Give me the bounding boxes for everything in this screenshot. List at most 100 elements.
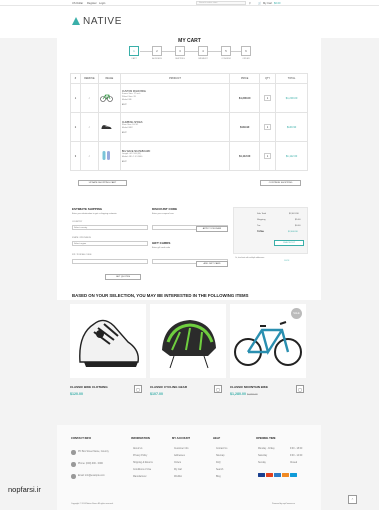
line-total: $1,112.00: [275, 141, 308, 171]
footer-link[interactable]: FAQ: [216, 462, 221, 464]
footer-link[interactable]: Privacy Policy: [133, 455, 147, 457]
search-icon[interactable]: ⚲: [249, 2, 251, 5]
add-gift-card-button[interactable]: ADD GIFT CARD: [196, 261, 228, 267]
phone-icon: [71, 462, 76, 467]
footer-link[interactable]: Orders: [174, 462, 181, 464]
contact-line[interactable]: Email: info@example.com: [78, 475, 105, 477]
line-total: $1,200.00: [275, 83, 308, 113]
region-select[interactable]: Select region: [72, 241, 148, 246]
table-header-row: # REMOVE IMAGE PRODUCT PRICE QTY TOTAL: [70, 73, 308, 84]
step-payment[interactable]: 4: [198, 46, 208, 56]
footer-link[interactable]: Sitemap: [216, 455, 224, 457]
row-num: 1: [70, 83, 81, 113]
footer-link[interactable]: Wishlist: [174, 476, 182, 478]
footer-link[interactable]: About Us: [133, 448, 142, 450]
edit-link[interactable]: EDIT: [122, 104, 228, 106]
footer-link[interactable]: Blog: [216, 476, 221, 478]
footer-link[interactable]: My Cart: [174, 469, 182, 471]
footer-link[interactable]: Customer Info: [174, 448, 188, 450]
product-price: $1,280.00 $1,500.00: [230, 392, 258, 396]
cart-icon[interactable]: 🛒: [258, 2, 261, 5]
country-select[interactable]: Select country: [72, 225, 148, 230]
step-label: PAYMENT: [198, 58, 208, 60]
footer-link[interactable]: Contact Us: [216, 448, 227, 450]
get-quotes-button[interactable]: GET QUOTES: [105, 274, 141, 280]
step-shipping[interactable]: 3: [175, 46, 185, 56]
shoe-icon: [101, 124, 112, 129]
product-name[interactable]: CLASSIC CYCLING GEAR: [150, 385, 187, 389]
product-image[interactable]: [97, 141, 121, 171]
total-label: TOTAL: [257, 231, 265, 233]
remove-checkbox[interactable]: ○: [79, 112, 99, 142]
amex-icon: [274, 473, 281, 477]
search-input[interactable]: Search entire store: [196, 1, 246, 5]
product-card-image[interactable]: [70, 304, 146, 378]
mastercard-icon: [266, 473, 273, 477]
logo[interactable]: NATIVE: [83, 16, 122, 27]
qty-cell: 1: [259, 83, 277, 113]
tax-value: $0.00: [295, 225, 301, 227]
related-title: BASED ON YOUR SELECTION, YOU MAY BE INTE…: [72, 293, 249, 298]
discover-icon: [282, 473, 289, 477]
zip-input[interactable]: [72, 259, 148, 264]
checkout-button[interactable]: CHECKOUT: [274, 240, 304, 246]
qty-input[interactable]: 1: [264, 95, 272, 101]
qty-cell: 1: [259, 112, 277, 142]
product-attr: Model: BB: [121, 99, 132, 101]
product-name[interactable]: CLASSIC MOUNTAIN BIKE: [230, 385, 268, 389]
remove-checkbox[interactable]: ○: [79, 141, 99, 171]
login-link[interactable]: Login: [99, 2, 105, 5]
footer-link[interactable]: Shipping & Returns: [133, 462, 153, 464]
footer-help-title: HELP: [213, 437, 221, 440]
step-order[interactable]: 6: [241, 46, 251, 56]
continue-shopping-button[interactable]: CONTINUE SHOPPING: [260, 180, 301, 186]
add-to-cart-icon[interactable]: ▢: [214, 385, 222, 393]
qty-input[interactable]: 1: [264, 124, 272, 130]
line-total: $149.90: [275, 112, 308, 142]
update-cart-button[interactable]: UPDATE SHOPPING CART: [78, 180, 127, 186]
subtotal-label: Sub Total: [257, 213, 267, 215]
product-name[interactable]: CLASSIC BIKE CLOTHING: [70, 385, 108, 389]
product-card-image[interactable]: [150, 304, 226, 378]
step-confirm[interactable]: 5: [221, 46, 231, 56]
sale-badge: SALE: [291, 308, 302, 319]
location-icon: [71, 450, 76, 455]
cycling-shoe-image: [79, 319, 139, 367]
product-image[interactable]: [97, 83, 121, 113]
back-to-top-icon[interactable]: ⌃: [348, 495, 357, 504]
country-label: COUNTRY: [72, 221, 83, 223]
shipping-title: ESTIMATE SHIPPING: [72, 207, 103, 211]
edit-link[interactable]: EDIT: [122, 161, 228, 163]
step-label: ORDER: [242, 58, 250, 60]
product-image[interactable]: [97, 112, 121, 142]
cart-link[interactable]: My Cart: [263, 2, 272, 5]
remove-checkbox[interactable]: ○: [79, 83, 99, 113]
helmet-image: [162, 320, 216, 369]
footer-account-title: MY ACCOUNT: [172, 437, 191, 440]
footer-link[interactable]: Search: [216, 469, 223, 471]
add-to-cart-icon[interactable]: ▢: [296, 385, 304, 393]
product-cell: BIG WAVE SKATEBOARD Length: 44 / 100 (M)…: [119, 141, 231, 171]
qty-input[interactable]: 1: [264, 153, 272, 159]
hours-time: 9:00 - 18:00: [290, 448, 303, 450]
footer-link[interactable]: Conditions of Use: [133, 469, 151, 471]
apply-voucher-button[interactable]: APPLY VOUCHER: [196, 226, 228, 232]
hours-day: Monday - Friday: [258, 448, 275, 450]
discount-desc: Enter your coupon here: [152, 213, 174, 215]
edit-link[interactable]: EDIT: [122, 132, 228, 134]
table-row: 3 ○ BIG WAVE SKATEBOARD Length: 44 / 100…: [70, 141, 308, 171]
multi-address-note: Or, checkout with multiple addresses: [235, 257, 265, 259]
register-link[interactable]: Register: [87, 2, 97, 5]
gift-title: GIFT CARDS: [152, 241, 171, 245]
multi-address-link[interactable]: CLICK: [284, 260, 289, 262]
footer-link[interactable]: Manufacturer: [133, 476, 147, 478]
old-price: $1,500.00: [247, 393, 258, 396]
col-num: #: [70, 73, 81, 84]
step-cart[interactable]: 1: [129, 46, 139, 56]
currency-select[interactable]: US Dollar: [72, 2, 83, 5]
powered-by[interactable]: Powered by nopCommerce: [272, 503, 295, 505]
step-address[interactable]: 2: [152, 46, 162, 56]
footer-link[interactable]: Addresses: [174, 455, 185, 457]
bike-icon: [100, 94, 113, 102]
add-to-cart-icon[interactable]: ▢: [134, 385, 142, 393]
